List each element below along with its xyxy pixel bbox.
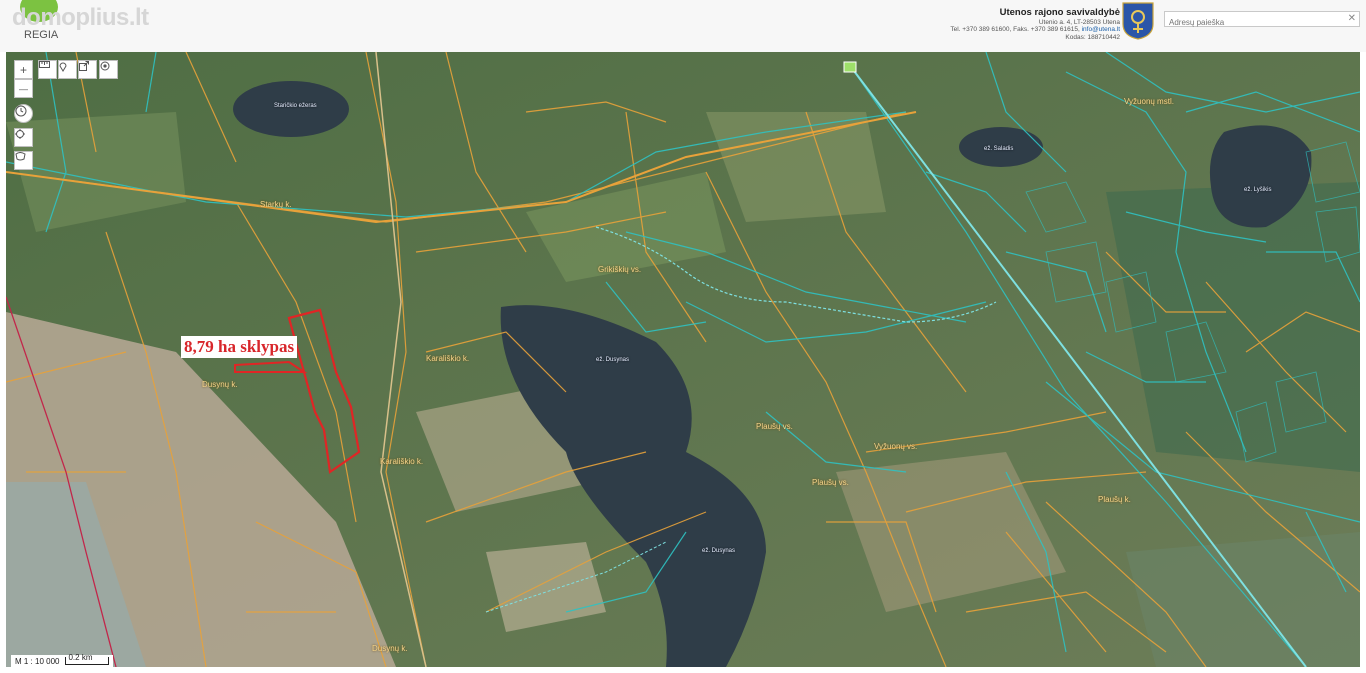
municipality-contact: Tel. +370 389 61600, Faks. +370 389 6161… <box>950 26 1120 33</box>
municipality-name: Utenos rajono savivaldybė <box>999 7 1120 18</box>
fullscreen-icon[interactable] <box>14 128 33 147</box>
zoom-in-button[interactable]: + <box>14 60 33 79</box>
map-label: Vyžuonų vs. <box>874 442 918 451</box>
municipality-phone: Tel. +370 389 61600, Faks. +370 389 6161… <box>950 26 1080 34</box>
header: domoplius.lt REGIA Utenos rajono savival… <box>0 0 1366 52</box>
map-label: ež. Lyšikis <box>1244 187 1272 193</box>
zoom-out-button[interactable]: — <box>14 79 33 98</box>
scale-distance: 0.2 km <box>68 653 93 662</box>
search-input[interactable] <box>1165 15 1349 30</box>
map-view[interactable]: Staričkio ežeras Starkų k. Dusynų k. Kar… <box>6 52 1360 667</box>
lake-staricko <box>233 81 349 137</box>
domoplius-logo[interactable]: domoplius.lt REGIA <box>6 0 156 46</box>
clear-search-icon[interactable]: ✕ <box>1348 13 1356 24</box>
logo-text: domoplius.lt <box>12 4 149 31</box>
ruler-icon[interactable] <box>38 60 57 79</box>
map-label: Vyžuonų mstl. <box>1124 97 1174 106</box>
map-scale: M 1 : 10 000 0.2 km <box>11 653 114 667</box>
map-label: Dusynų k. <box>372 644 408 653</box>
map-label: Karališkio k. <box>426 354 470 363</box>
layers-icon[interactable] <box>14 151 33 170</box>
map-label: ež. Dusynas <box>702 548 736 554</box>
pin-icon[interactable] <box>58 60 77 79</box>
locate-icon[interactable] <box>99 60 118 79</box>
map-label: Plaušų vs. <box>812 478 849 487</box>
municipality-address: Utenio a. 4, LT-28503 Utena <box>1038 18 1120 26</box>
scale-bar: 0.2 km <box>65 653 110 665</box>
map-label: Plaušų vs. <box>756 422 793 431</box>
export-icon[interactable] <box>78 60 97 79</box>
plot-label: 8,79 ha sklypas <box>181 336 298 358</box>
map-label: Staričkio ežeras <box>274 103 317 109</box>
logo-sub: REGIA <box>24 29 59 41</box>
municipality-info: Utenos rajono savivaldybė Utenio a. 4, L… <box>950 7 1120 41</box>
map-label: Grikiškių vs. <box>598 265 642 274</box>
map-label: Karališkio k. <box>380 457 424 466</box>
address-search[interactable]: ✕ <box>1164 11 1360 30</box>
scale-ratio: M 1 : 10 000 <box>15 656 60 666</box>
aerial-map[interactable] <box>6 52 1360 667</box>
map-marker-icon[interactable] <box>843 61 857 73</box>
history-icon[interactable] <box>14 104 33 123</box>
map-label: Dusynų k. <box>202 380 238 389</box>
municipality-code: Kodas: 188710442 <box>1065 33 1120 41</box>
map-label: ež. Dusynas <box>596 357 630 363</box>
coat-of-arms-icon <box>1122 2 1154 40</box>
municipality-email[interactable]: info@utena.lt <box>1082 26 1120 33</box>
map-label: Plaušų k. <box>1098 495 1131 504</box>
map-label: ež. Saladis <box>984 146 1014 152</box>
map-label: Starkų k. <box>260 200 292 209</box>
